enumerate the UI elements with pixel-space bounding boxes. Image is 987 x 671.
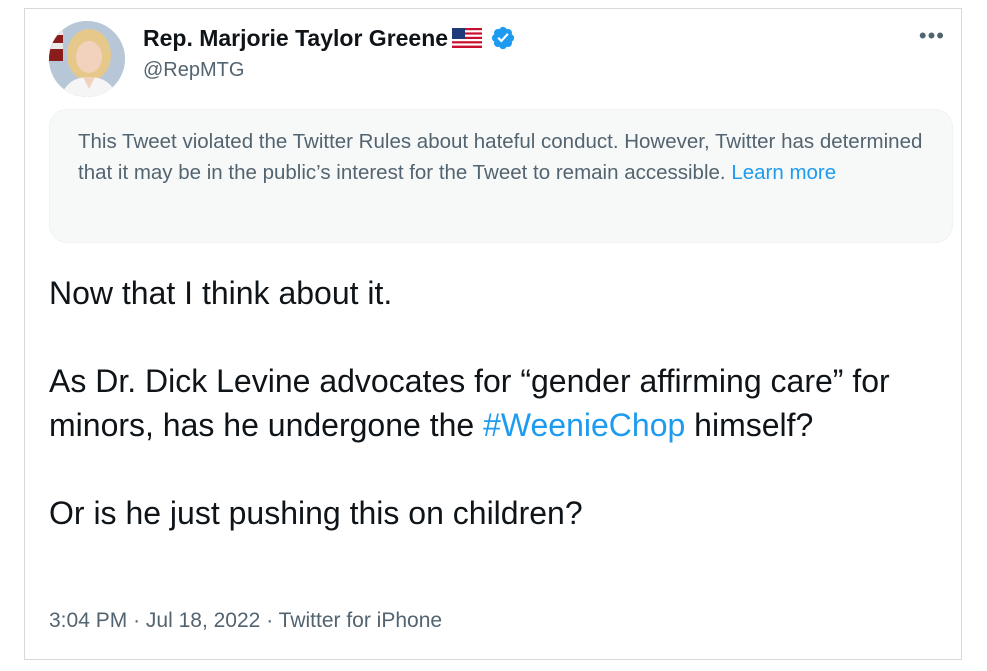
avatar[interactable] bbox=[49, 21, 125, 97]
author-handle[interactable]: @RepMTG bbox=[143, 59, 244, 82]
learn-more-link[interactable]: Learn more bbox=[731, 161, 836, 184]
tweet-line-1: Now that I think about it. bbox=[49, 275, 393, 311]
meta-separator: · bbox=[133, 609, 141, 632]
verified-badge-icon bbox=[490, 25, 516, 51]
more-options-icon[interactable]: ••• bbox=[919, 23, 945, 49]
tweet-time[interactable]: 3:04 PM bbox=[49, 609, 127, 632]
tweet-line-2-end: himself? bbox=[694, 407, 814, 443]
meta-separator: · bbox=[266, 609, 274, 632]
tweet-line-3: Or is he just pushing this on children? bbox=[49, 495, 583, 531]
tweet-source: Twitter for iPhone bbox=[278, 609, 443, 632]
tweet-date[interactable]: Jul 18, 2022 bbox=[146, 609, 260, 632]
us-flag-icon bbox=[452, 28, 483, 48]
tweet-line-2: As Dr. Dick Levine advocates for “gender… bbox=[49, 359, 949, 447]
author-name[interactable]: Rep. Marjorie Taylor Greene bbox=[143, 25, 448, 52]
tweet-text: Now that I think about it. As Dr. Dick L… bbox=[49, 271, 949, 535]
tweet-meta: 3:04 PM · Jul 18, 2022 · Twitter for iPh… bbox=[49, 609, 442, 633]
policy-notice: This Tweet violated the Twitter Rules ab… bbox=[49, 109, 953, 243]
hashtag-link[interactable]: #WeenieChop bbox=[483, 407, 685, 443]
tweet-card: Rep. Marjorie Taylor Greene @RepMTG ••• … bbox=[24, 8, 962, 660]
author-name-row[interactable]: Rep. Marjorie Taylor Greene bbox=[143, 21, 516, 55]
avatar-photo bbox=[49, 21, 125, 97]
